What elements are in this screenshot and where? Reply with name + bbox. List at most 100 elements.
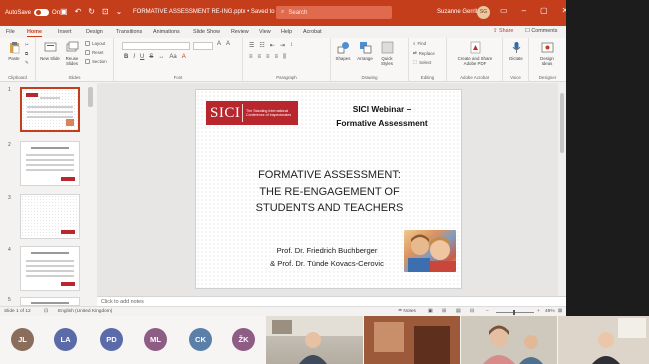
participant-video[interactable] [266,316,363,364]
cut-icon[interactable]: ✂ [25,42,29,48]
redo-icon[interactable]: ↻ [88,7,95,16]
save-icon[interactable]: ▣ [60,7,68,16]
bullets-icon[interactable]: ☰ [249,42,254,49]
zoom-slider-knob[interactable] [513,310,515,315]
shapes-button[interactable]: Shapes [333,41,353,61]
reset-button[interactable]: Reset [85,50,103,55]
customize-icon[interactable]: ⌄ [116,7,123,16]
participant-video[interactable] [461,316,557,364]
shrink-font-icon[interactable]: A [226,41,230,47]
font-size-dropdown[interactable] [193,42,213,50]
quick-styles-button[interactable]: Quick Styles [377,41,397,66]
create-pdf-button[interactable]: Create and Share Adobe PDF [451,41,499,66]
zoom-out-icon[interactable]: – [486,309,489,314]
format-painter-icon[interactable]: ✎ [25,60,29,66]
tab-slide-show[interactable]: Slide Show [193,29,220,35]
notes-toggle[interactable]: ≐ Notes [398,309,416,314]
participant-avatar[interactable]: LA [54,328,77,351]
participant-avatar[interactable]: PD [100,328,123,351]
slide-thumbnail-5[interactable] [20,297,80,306]
current-slide[interactable]: SICI The Standing International Conferen… [195,89,462,289]
grow-font-icon[interactable]: A [217,41,221,47]
copy-icon[interactable]: ⧉ [25,51,28,56]
bold-button[interactable]: B [124,54,128,60]
search-box[interactable]: ⌕ Search [276,6,392,19]
align-right-icon[interactable]: ≡ [266,54,270,61]
layout-button[interactable]: Layout [85,41,105,46]
font-name-dropdown[interactable] [122,42,190,50]
present-icon[interactable]: ⊡ [102,7,109,16]
design-ideas-button[interactable]: Design Ideas [537,41,557,66]
slide-title[interactable]: SICI Webinar – Formative Assessment [312,102,452,130]
thumbnail-scrollbar[interactable] [88,87,93,107]
arrange-button[interactable]: Arrange [355,41,375,61]
slideshow-icon[interactable]: ⊟ [470,309,474,314]
tab-home[interactable]: Home [27,29,42,37]
numbering-icon[interactable]: ☷ [259,42,264,49]
tab-help[interactable]: Help [281,29,292,35]
slide-thumbnail-2[interactable] [20,141,80,186]
paste-button[interactable]: Paste [4,41,24,61]
participant-video[interactable] [364,316,460,364]
underline-button[interactable]: U [140,54,144,60]
tab-transitions[interactable]: Transitions [116,29,142,35]
indent-icon[interactable]: ⇤ [270,42,275,49]
notes-pane[interactable]: Click to add notes [97,296,566,306]
ribbon-display-icon[interactable]: ▭ [500,6,508,15]
columns-icon[interactable]: ⫼ [283,54,286,61]
select-button[interactable]: ⬚ Select [413,59,431,65]
accessibility-icon[interactable]: ⊡ [44,309,48,314]
zoom-slider[interactable] [496,310,534,315]
outdent-icon[interactable]: ⇥ [280,42,285,49]
undo-icon[interactable]: ↶ [75,7,82,16]
reading-view-icon[interactable]: ▤ [456,309,461,314]
justify-icon[interactable]: ≡ [275,54,279,61]
avatar[interactable]: SG [477,6,490,19]
maximize-icon[interactable]: ▢ [540,6,548,15]
zoom-in-icon[interactable]: + [537,309,540,314]
participant-avatar[interactable]: ŽK [232,328,255,351]
find-button[interactable]: ⌕ Find [413,41,426,46]
italic-button[interactable]: I [133,54,135,60]
tab-design[interactable]: Design [86,29,103,35]
tab-animations[interactable]: Animations [153,29,180,35]
new-slide-button[interactable]: New Slide [40,41,60,61]
font-color-icon[interactable]: A [182,54,186,60]
align-center-icon[interactable]: ≡ [258,54,262,61]
participant-avatar[interactable]: JL [11,328,34,351]
tab-insert[interactable]: Insert [58,29,71,35]
line-spacing-icon[interactable]: ↕ [290,42,293,49]
language-indicator[interactable]: English (United Kingdom) [58,309,112,314]
change-case-icon[interactable]: Aa [169,54,176,60]
autosave[interactable]: AutoSave On [5,9,60,16]
participant-video[interactable] [558,316,649,364]
normal-view-icon[interactable]: ▣ [428,309,433,314]
autosave-toggle[interactable] [34,9,50,16]
tab-review[interactable]: Review [231,29,249,35]
children-photo[interactable] [404,230,456,272]
slide-main-title[interactable]: FORMATIVE ASSESSMENT: THE RE-ENGAGEMENT … [206,167,453,217]
replace-button[interactable]: ⇄ Replace [413,50,435,56]
slide-thumbnail-3[interactable] [20,194,80,239]
strikethrough-button[interactable]: S [149,54,153,60]
tab-view[interactable]: View [259,29,271,35]
fit-slide-icon[interactable]: ⊠ [558,309,562,314]
slide-authors[interactable]: Prof. Dr. Friedrich Buchberger & Prof. D… [245,244,409,270]
slide-thumbnail-1[interactable] [20,87,80,132]
user-name[interactable]: Suzanne Gerrit [437,9,477,15]
tab-acrobat[interactable]: Acrobat [303,29,322,35]
tab-file[interactable]: File [6,29,15,35]
reuse-slides-button[interactable]: Reuse Slides [62,41,82,66]
section-button[interactable]: Section [85,59,107,64]
slide-thumbnail-4[interactable] [20,246,80,291]
participant-avatar[interactable]: CK [189,328,212,351]
zoom-level[interactable]: 49% [545,309,555,314]
share-button[interactable]: ⇪ Share [493,28,513,34]
char-spacing-icon[interactable]: ↔ [158,54,164,60]
comments-button[interactable]: ☐ Comments [525,28,557,34]
slide-sorter-icon[interactable]: ⊞ [442,309,446,314]
dictate-button[interactable]: Dictate [506,41,526,61]
align-left-icon[interactable]: ≡ [249,54,253,61]
minimize-icon[interactable]: – [522,6,526,15]
canvas-scroll-thumb[interactable] [560,93,564,153]
